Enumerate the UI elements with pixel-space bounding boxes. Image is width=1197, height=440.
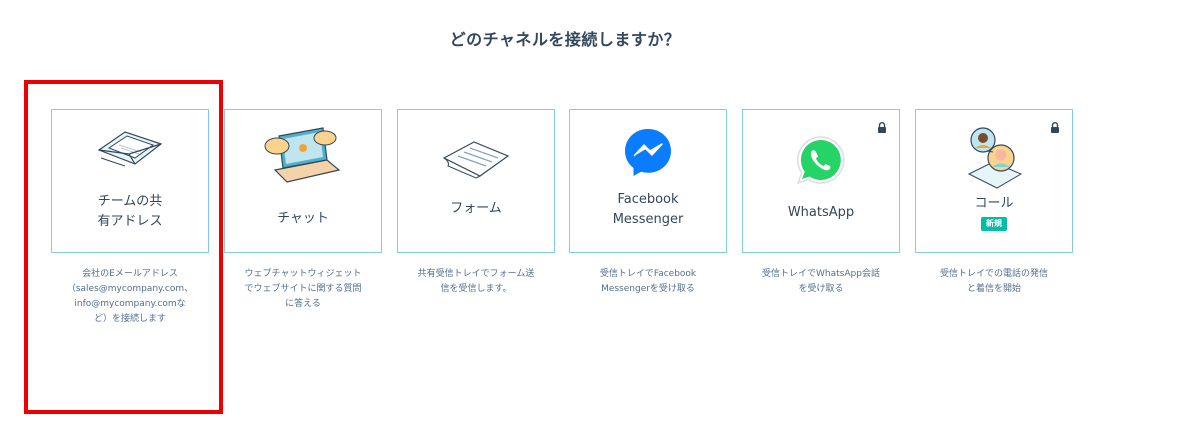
lock-icon (1051, 122, 1059, 133)
whatsapp-icon (796, 136, 845, 185)
channel-description: 受信トレイでFacebook Messengerを受け取る (599, 269, 697, 294)
laptop-chat-icon (264, 127, 341, 183)
messenger-icon (625, 129, 671, 176)
channel-label: Facebook Messenger (612, 192, 684, 227)
channel-card-form[interactable]: フォーム (397, 109, 555, 253)
channel-card-whatsapp[interactable]: WhatsApp (742, 109, 900, 253)
channel-label: チャット (277, 211, 329, 226)
channel-description: ウェブチャットウィジェット でウェブサイトに関する質問 に答える (244, 269, 362, 309)
channel-description: 共有受信トレイでフォーム送 信を受信します。 (417, 269, 535, 294)
new-badge: 新規 (981, 217, 1007, 231)
form-paper-icon (442, 141, 510, 179)
channel-label: コール (974, 196, 1014, 211)
channel-label: フォーム (450, 201, 502, 216)
page-title: どのチャネルを接続しますか？ (449, 30, 681, 49)
channel-card-facebook-messenger[interactable]: Facebook Messenger (569, 109, 727, 253)
channel-card-chat[interactable]: チャット (224, 109, 382, 253)
channel-label: WhatsApp (787, 205, 855, 220)
channel-card-calling[interactable]: コール 新規 (915, 109, 1073, 253)
calling-icon (967, 127, 1023, 189)
channel-description: 受信トレイでWhatsApp会話 を受け取る (762, 269, 880, 294)
selection-highlight-box (24, 80, 223, 414)
lock-icon (878, 122, 886, 133)
channel-description: 受信トレイでの電話の発信 と着信を開始 (939, 269, 1048, 294)
